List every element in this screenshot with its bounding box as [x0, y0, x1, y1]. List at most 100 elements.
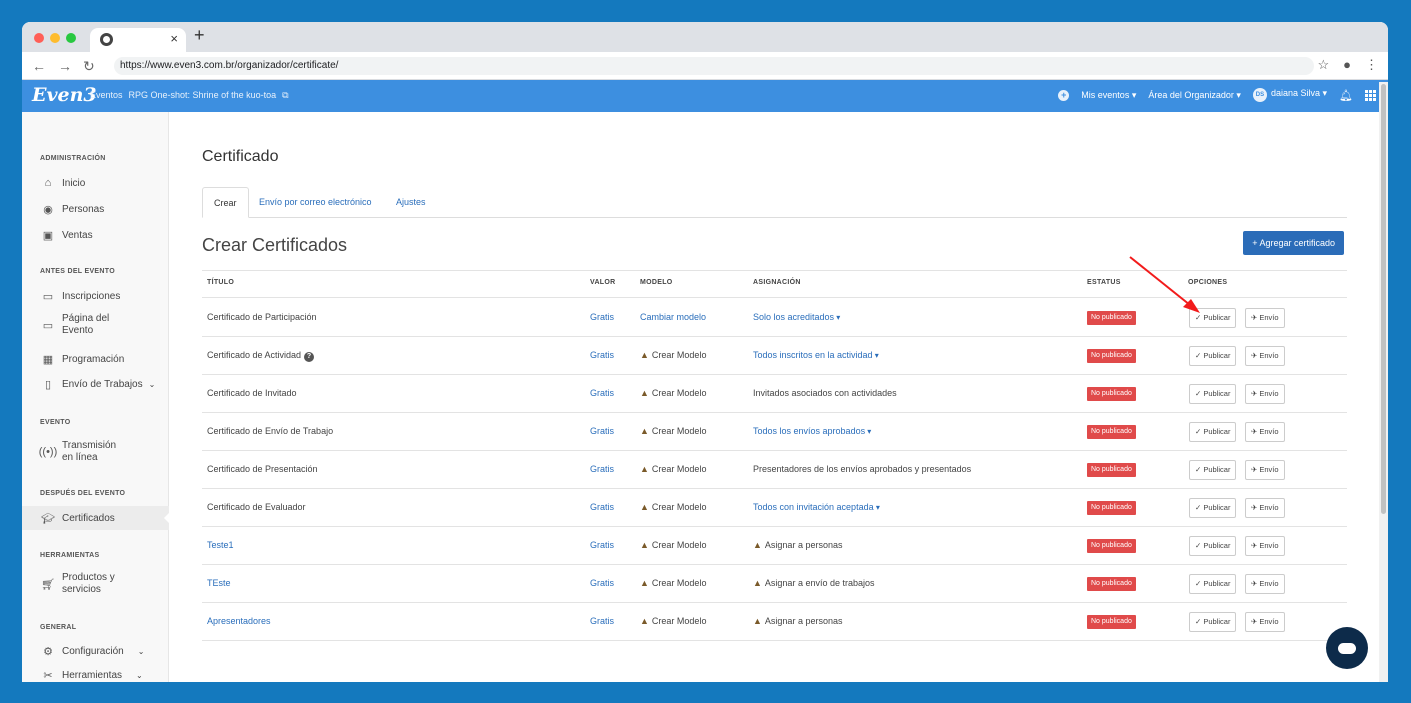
help-icon[interactable]: ?	[304, 352, 315, 362]
row-create-model-link[interactable]: Crear Modelo	[640, 616, 707, 626]
row-valor[interactable]: Gratis	[590, 312, 614, 322]
status-badge: No publicado	[1087, 463, 1136, 477]
sidebar-item-productos[interactable]: 🛒︎ Productos y servicios	[40, 572, 115, 596]
reload-icon[interactable]: ↻	[83, 58, 95, 75]
sidebar-item-pagina-evento[interactable]: ▭ Página del Evento	[40, 313, 109, 337]
profile-icon[interactable]: ●	[1343, 57, 1351, 73]
row-create-model-link[interactable]: Crear Modelo	[640, 578, 707, 588]
row-title-link[interactable]: Teste1	[207, 540, 234, 550]
send-button[interactable]: ✈ Envío	[1245, 460, 1285, 480]
send-button[interactable]: ✈ Envío	[1245, 574, 1285, 594]
calendar-icon: ▦	[42, 353, 54, 366]
row-create-model-link[interactable]: Crear Modelo	[640, 426, 707, 436]
send-button[interactable]: ✈ Envío	[1245, 308, 1285, 328]
my-events-menu[interactable]: Mis eventos ▾	[1081, 90, 1136, 101]
publish-button[interactable]: ✓ Publicar	[1189, 460, 1237, 480]
row-create-model-link[interactable]: Crear Modelo	[640, 464, 707, 474]
row-valor[interactable]: Gratis	[590, 426, 614, 436]
organizer-area-label: Área del Organizador	[1148, 89, 1234, 100]
sidebar-item-herramientas[interactable]: ✂ Herramientas ⌄	[40, 668, 142, 682]
sidebar-item-inicio[interactable]: ⌂ Inicio	[40, 176, 86, 190]
publish-button[interactable]: ✓ Publicar	[1189, 498, 1237, 518]
bell-icon[interactable]: 🔔︎	[1339, 89, 1353, 102]
external-link-icon[interactable]: ⧉	[282, 90, 288, 100]
tab-crear[interactable]: Crear	[202, 187, 249, 218]
row-valor[interactable]: Gratis	[590, 350, 614, 360]
row-change-model-link[interactable]: Cambiar modelo	[640, 312, 706, 322]
user-menu[interactable]: DS daiana Silva ▾	[1252, 88, 1327, 102]
row-create-model-link[interactable]: Crear Modelo	[640, 502, 707, 512]
row-assignment-dropdown[interactable]: Solo los acreditados	[753, 312, 840, 322]
browser-tab[interactable]: ×	[90, 28, 186, 52]
user-name: daiana Silva	[1270, 88, 1320, 98]
row-valor[interactable]: Gratis	[590, 502, 614, 512]
row-title: Certificado de Actividad?	[207, 350, 315, 362]
home-icon: ⌂	[44, 177, 52, 189]
publish-button[interactable]: ✓ Publicar	[1189, 422, 1237, 442]
chat-widget-button[interactable]	[1326, 627, 1368, 669]
add-circle-icon[interactable]: +	[1058, 89, 1070, 101]
sidebar-item-ventas[interactable]: ▣ Ventas	[40, 228, 93, 242]
sidebar-item-label: Productos y	[62, 572, 115, 583]
row-assign-link[interactable]: Asignar a personas	[753, 540, 843, 550]
publish-button[interactable]: ✓ Publicar	[1189, 384, 1237, 404]
row-create-model-link[interactable]: Crear Modelo	[640, 350, 707, 360]
close-window-button[interactable]	[34, 33, 44, 43]
organizer-area-menu[interactable]: Área del Organizador ▾	[1148, 90, 1241, 101]
sidebar-item-configuracion[interactable]: ⚙ Configuración ⌄	[40, 644, 144, 658]
app-header: Even3 Eventos RPG One-shot: Shrine of the…	[22, 80, 1388, 112]
row-valor[interactable]: Gratis	[590, 616, 614, 626]
my-events-label: Mis eventos	[1081, 89, 1130, 100]
sidebar-item-envio-trabajos[interactable]: ▯ Envío de Trabajos ⌄	[40, 377, 155, 391]
sidebar-item-personas[interactable]: ◉ Personas	[40, 202, 104, 216]
sidebar-item-programacion[interactable]: ▦ Programación	[40, 352, 124, 366]
row-assignment-dropdown[interactable]: Todos inscritos en la actividad	[753, 350, 879, 360]
send-button[interactable]: ✈ Envío	[1245, 422, 1285, 442]
row-assign-link[interactable]: Asignar a envío de trabajos	[753, 578, 875, 588]
row-assignment-dropdown[interactable]: Todos con invitación aceptada	[753, 502, 880, 512]
breadcrumb-events[interactable]: Eventos	[90, 90, 123, 100]
sidebar-item-label-line2: Evento	[62, 325, 94, 336]
new-tab-button[interactable]: +	[194, 25, 205, 46]
tab-ajustes[interactable]: Ajustes	[385, 187, 437, 218]
send-button[interactable]: ✈ Envío	[1245, 498, 1285, 518]
add-certificate-button[interactable]: + Agregar certificado	[1243, 231, 1344, 255]
publish-button[interactable]: ✓ Publicar	[1189, 612, 1237, 632]
sidebar-item-transmision[interactable]: ((•)) Transmisión en línea	[39, 440, 116, 464]
even3-logo[interactable]: Even3	[32, 84, 97, 106]
row-assignment-dropdown[interactable]: Todos los envíos aprobados	[753, 426, 871, 436]
person-icon: ◉	[43, 203, 53, 216]
maximize-window-button[interactable]	[66, 33, 76, 43]
send-button[interactable]: ✈ Envío	[1245, 536, 1285, 556]
row-valor[interactable]: Gratis	[590, 540, 614, 550]
row-title-link[interactable]: TEste	[207, 578, 231, 588]
row-assign-link[interactable]: Asignar a personas	[753, 616, 843, 626]
row-valor[interactable]: Gratis	[590, 464, 614, 474]
sidebar-item-certificados[interactable]: 🎓︎ Certificados	[22, 506, 170, 530]
url-input[interactable]: https://www.even3.com.br/organizador/cer…	[114, 57, 1314, 75]
sidebar-item-label: Configuración	[62, 645, 124, 657]
send-button[interactable]: ✈ Envío	[1245, 612, 1285, 632]
forward-icon[interactable]: →	[58, 58, 72, 74]
publish-button[interactable]: ✓ Publicar	[1189, 346, 1237, 366]
sidebar-section-general: GENERAL	[40, 624, 77, 631]
send-button[interactable]: ✈ Envío	[1245, 384, 1285, 404]
row-valor[interactable]: Gratis	[590, 388, 614, 398]
row-valor[interactable]: Gratis	[590, 578, 614, 588]
back-icon[interactable]: ←	[32, 58, 46, 74]
tab-envio-correo[interactable]: Envío por correo electrónico	[248, 187, 383, 218]
row-create-model-link[interactable]: Crear Modelo	[640, 388, 707, 398]
browser-menu-icon[interactable]: ⋮	[1365, 57, 1378, 73]
scrollbar-thumb[interactable]	[1381, 84, 1386, 514]
bookmark-star-icon[interactable]: ☆	[1317, 57, 1329, 73]
breadcrumb-event-name[interactable]: RPG One-shot: Shrine of the kuo-toa	[129, 90, 277, 100]
sidebar-item-inscripciones[interactable]: ▭ Inscripciones	[40, 289, 121, 303]
publish-button[interactable]: ✓ Publicar	[1189, 574, 1237, 594]
close-tab-icon[interactable]: ×	[170, 31, 178, 46]
publish-button[interactable]: ✓ Publicar	[1189, 536, 1237, 556]
minimize-window-button[interactable]	[50, 33, 60, 43]
send-button[interactable]: ✈ Envío	[1245, 346, 1285, 366]
row-title-link[interactable]: Apresentadores	[207, 616, 271, 626]
row-create-model-link[interactable]: Crear Modelo	[640, 540, 707, 550]
apps-grid-icon[interactable]	[1365, 89, 1376, 101]
